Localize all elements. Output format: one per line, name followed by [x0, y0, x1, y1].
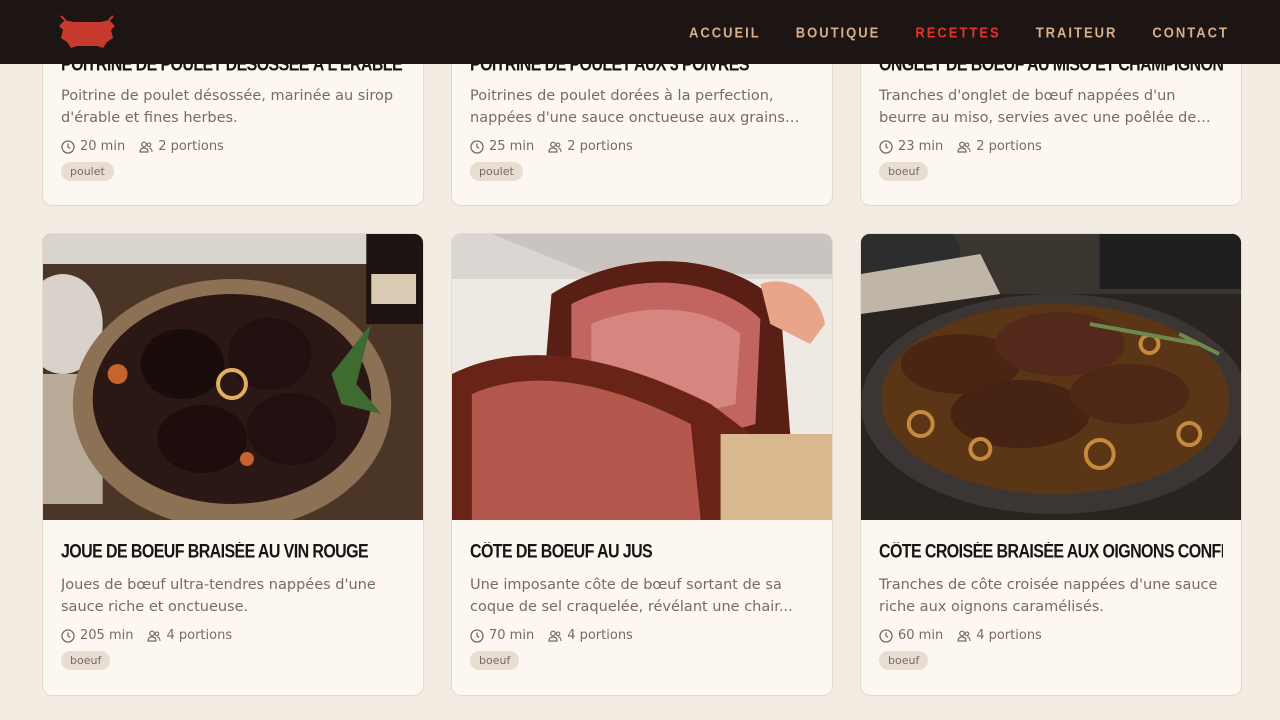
recipe-time: 60 min [898, 628, 944, 643]
people-icon [957, 630, 971, 642]
recipe-tag[interactable]: boeuf [61, 651, 111, 670]
recipe-time: 23 min [898, 139, 944, 154]
recipe-card[interactable]: Poitrine de poulet aux 3 poivres Poitrin… [451, 40, 833, 206]
clock-icon [61, 628, 75, 643]
recipe-description: Poitrine de poulet désossée, marinée au … [61, 88, 394, 126]
recipe-meta: 25 min 2 portions [470, 139, 814, 154]
site-header: Accueil Boutique Recettes Traiteur Conta… [0, 0, 1280, 64]
recipe-meta: 23 min 2 portions [879, 139, 1223, 154]
clock-icon [470, 139, 484, 154]
recipe-card[interactable]: Poitrine de poulet désossée à l'érable P… [42, 40, 424, 206]
recipe-description: Tranches d'onglet de bœuf nappées d'un b… [879, 88, 1197, 126]
recipe-tag[interactable]: poulet [470, 162, 523, 181]
recipe-portions: 4 portions [567, 628, 633, 643]
recipe-portions: 2 portions [567, 139, 633, 154]
bull-logo-icon [59, 15, 115, 48]
recipe-card[interactable]: Côte croisée braisée aux oignons confits… [860, 233, 1242, 696]
recipe-portions: 2 portions [976, 139, 1042, 154]
braised-beef-cheeks-photo[interactable] [43, 234, 423, 520]
recipe-card[interactable]: Côte de boeuf au jus Une imposante côte … [451, 233, 833, 696]
recipe-meta: 205 min 4 portions [61, 628, 405, 643]
recipe-portions: 2 portions [158, 139, 224, 154]
recipe-card[interactable]: Joue de boeuf braisée au vin rouge Joues… [42, 233, 424, 696]
recipe-portions: 4 portions [166, 628, 233, 643]
recipe-tag[interactable]: boeuf [879, 162, 929, 181]
braised-cross-rib-onions-photo[interactable] [861, 234, 1241, 520]
recipe-description: Une imposante côte de bœuf sortant de sa… [470, 577, 793, 615]
people-icon [147, 630, 162, 642]
nav-accueil[interactable]: Accueil [689, 23, 761, 40]
people-icon [548, 141, 562, 153]
people-icon [548, 630, 562, 642]
main-nav: Accueil Boutique Recettes Traiteur Conta… [689, 23, 1229, 40]
brand-logo[interactable] [55, 12, 119, 52]
nav-traiteur[interactable]: Traiteur [1036, 23, 1118, 40]
clock-icon [879, 139, 893, 154]
recipe-time: 25 min [489, 139, 535, 154]
recipe-tag[interactable]: boeuf [879, 651, 929, 670]
recipe-meta: 60 min 4 portions [879, 628, 1223, 643]
recipe-meta: 20 min 2 portions [61, 139, 405, 154]
nav-recettes[interactable]: Recettes [915, 23, 1000, 40]
recipe-description: Poitrines de poulet dorées à la perfecti… [470, 88, 785, 126]
nav-boutique[interactable]: Boutique [796, 23, 881, 40]
recipe-meta: 70 min 4 portions [470, 628, 814, 643]
recipe-tag[interactable]: poulet [61, 162, 114, 181]
recipe-card[interactable]: Onglet de boeuf au miso et champignons s… [860, 40, 1242, 206]
recipe-title[interactable]: Côte croisée braisée aux oignons confits [879, 542, 1223, 566]
recipe-description: Joues de bœuf ultra-tendres nappées d'un… [61, 577, 376, 615]
recipe-description: Tranches de côte croisée nappées d'une s… [879, 577, 1218, 615]
recipe-time: 20 min [80, 139, 126, 154]
clock-icon [470, 628, 484, 643]
recipe-portions: 4 portions [976, 628, 1042, 643]
recipe-title[interactable]: Côte de boeuf au jus [470, 542, 814, 566]
recipe-title[interactable]: Joue de boeuf braisée au vin rouge [61, 542, 405, 566]
recipe-time: 205 min [80, 628, 134, 643]
clock-icon [879, 628, 893, 643]
recipe-time: 70 min [489, 628, 535, 643]
clock-icon [61, 139, 75, 154]
prime-rib-roast-photo[interactable] [452, 234, 832, 520]
nav-contact[interactable]: Contact [1152, 23, 1229, 40]
recipe-tag[interactable]: boeuf [470, 651, 520, 670]
people-icon [139, 141, 153, 153]
people-icon [957, 141, 971, 153]
